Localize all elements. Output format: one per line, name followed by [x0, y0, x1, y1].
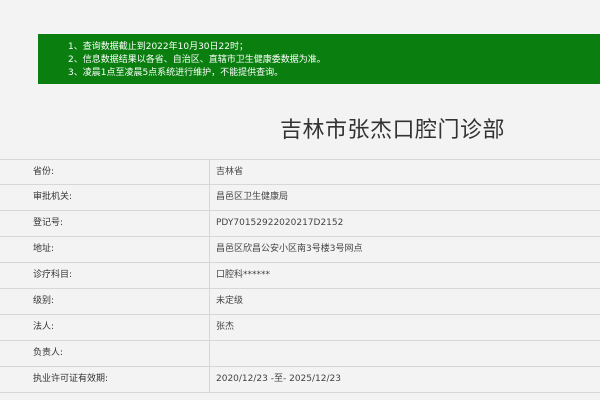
- table-row: 登记号: PDY70152922020217D2152: [0, 211, 600, 237]
- notice-line-3: 3、凌晨1点至凌晨5点系统进行维护，不能提供查询。: [68, 68, 284, 78]
- table-row: 审批机关: 昌邑区卫生健康局: [0, 185, 600, 211]
- table-row: 地址: 昌邑区欣昌公安小区南3号楼3号网点: [0, 237, 600, 263]
- row-label: 执业许可证有效期:: [0, 367, 210, 392]
- table-row: 省份: 吉林省: [0, 159, 600, 185]
- row-label: 审批机关:: [0, 185, 210, 210]
- row-label: 诊疗科目:: [0, 263, 210, 288]
- row-value: 未定级: [216, 296, 244, 306]
- row-value: 昌邑区卫生健康局: [216, 192, 289, 202]
- row-label: 登记号:: [0, 211, 210, 236]
- page-title: 吉林市张杰口腔门诊部: [280, 118, 506, 143]
- row-label: 负责人:: [0, 341, 210, 366]
- table-row: 负责人:: [0, 341, 600, 367]
- table-row: 执业许可证有效期: 2020/12/23 -至- 2025/12/23: [0, 367, 600, 393]
- row-label: 省份:: [0, 160, 210, 184]
- row-value: 张杰: [216, 322, 235, 332]
- row-value: [210, 341, 216, 366]
- row-value: 吉林省: [216, 167, 244, 177]
- row-label: 级别:: [0, 289, 210, 314]
- row-value: 口腔科******: [216, 270, 271, 280]
- table-row: 诊疗科目: 口腔科******: [0, 263, 600, 289]
- table-row: 级别: 未定级: [0, 289, 600, 315]
- row-value: 2020/12/23 -至- 2025/12/23: [216, 374, 341, 384]
- table-row: 法人: 张杰: [0, 315, 600, 341]
- notice-banner: 1、查询数据截止到2022年10月30日22时； 2、信息数据结果以各省、自治区…: [38, 34, 600, 84]
- info-table: 省份: 吉林省 审批机关: 昌邑区卫生健康局 登记号: PDY701529220…: [0, 159, 600, 393]
- notice-line-2: 2、信息数据结果以各省、自治区、直辖市卫生健康委数据为准。: [68, 55, 326, 65]
- row-label: 地址:: [0, 237, 210, 262]
- row-value: PDY70152922020217D2152: [216, 218, 344, 228]
- row-value: 昌邑区欣昌公安小区南3号楼3号网点: [216, 244, 363, 254]
- row-label: 法人:: [0, 315, 210, 340]
- notice-line-1: 1、查询数据截止到2022年10月30日22时；: [68, 42, 248, 52]
